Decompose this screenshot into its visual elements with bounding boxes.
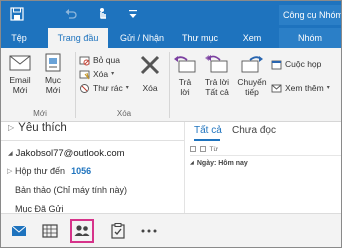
- flag-column-icon: [190, 146, 196, 152]
- more-respond-button[interactable]: Xem thêm ▾: [271, 82, 330, 94]
- tasks-icon: [111, 223, 125, 239]
- new-email-button[interactable]: Email Mới: [5, 53, 35, 95]
- group-tools-badge: Công cụ Nhóm: [279, 5, 341, 25]
- group-label-new: Mới: [33, 109, 47, 118]
- group-label-delete: Xóa: [116, 109, 132, 118]
- ribbon: Email Mới Mục Mới Mới Bỏ qua Xóa ▾ Thư r…: [1, 48, 341, 122]
- divider: [1, 140, 184, 141]
- junk-icon: [80, 83, 89, 93]
- people-icon: [74, 225, 90, 236]
- chevron-down-icon: ◢: [190, 160, 194, 166]
- ignore-icon: [79, 56, 90, 65]
- filter-underline: [194, 139, 220, 141]
- cleanup-icon: [79, 70, 90, 79]
- filter-unread[interactable]: Chưa đọc: [232, 125, 276, 136]
- people-nav-button[interactable]: [70, 219, 94, 243]
- outlook-window: Công cụ Nhóm Tệp Trang đầu Gửi / Nhận Th…: [0, 0, 342, 248]
- tab-send-receive[interactable]: Gửi / Nhận: [111, 28, 173, 48]
- ribbon-tabs: Tệp Trang đầu Gửi / Nhận Thư mục Xem Nhó…: [1, 28, 341, 48]
- tab-folder[interactable]: Thư mục: [177, 28, 223, 48]
- meeting-button[interactable]: Cuộc họp: [271, 58, 321, 70]
- junk-button[interactable]: Thư rác ▾: [79, 82, 129, 94]
- folder-inbox[interactable]: ▷ Hộp thư đến 1056: [7, 166, 92, 176]
- new-items-icon: [45, 53, 61, 72]
- more-nav-button[interactable]: [137, 219, 161, 243]
- bottom-navigation: [1, 213, 341, 247]
- group-divider: [75, 52, 76, 118]
- mail-nav-button[interactable]: [7, 219, 31, 243]
- attachment-column-icon: [199, 146, 206, 152]
- delete-button[interactable]: Xóa: [135, 53, 165, 93]
- reply-all-icon: [205, 55, 228, 73]
- touch-mode-icon[interactable]: [96, 7, 110, 21]
- reply-button[interactable]: Trả lời: [171, 53, 199, 97]
- save-icon[interactable]: [10, 7, 24, 21]
- chevron-down-icon: ▾: [111, 71, 115, 77]
- more-icon: [141, 229, 157, 233]
- new-items-button[interactable]: Mục Mới: [37, 53, 69, 95]
- delete-icon: [140, 55, 160, 75]
- reply-all-button[interactable]: Trả lời Tất cả: [200, 53, 234, 97]
- tab-home[interactable]: Trang đầu: [48, 28, 108, 48]
- customize-qat-icon[interactable]: [129, 9, 137, 19]
- tasks-nav-button[interactable]: [106, 219, 130, 243]
- cleanup-button[interactable]: Xóa ▾: [79, 68, 114, 80]
- chevron-down-icon: ▾: [125, 85, 129, 91]
- folder-pane: ▷ Yêu thích ◢ Jakobsol77@outlook.com ▷ Hộp…: [1, 122, 185, 214]
- calendar-icon: [42, 224, 58, 238]
- unread-count: 1056: [71, 166, 92, 176]
- account-header[interactable]: ◢ Jakobsol77@outlook.com: [8, 148, 125, 159]
- message-list: Tất cả Chưa đọc Từ ◢ Ngày: Hôm nay: [186, 122, 341, 213]
- filter-all[interactable]: Tất cả: [194, 125, 222, 136]
- group-divider: [169, 52, 170, 118]
- date-group-header[interactable]: ◢ Ngày: Hôm nay: [190, 160, 248, 167]
- chevron-down-icon: ▾: [326, 85, 330, 91]
- new-email-icon: [9, 55, 31, 71]
- column-header: Từ: [190, 146, 341, 156]
- title-bar: Công cụ Nhóm: [1, 1, 341, 28]
- favorites-header[interactable]: ▷ Yêu thích: [8, 122, 67, 134]
- chevron-right-icon: ▷: [7, 168, 13, 175]
- tab-file[interactable]: Tệp: [1, 28, 37, 48]
- ignore-button[interactable]: Bỏ qua: [79, 54, 120, 66]
- chevron-right-icon: ▷: [8, 123, 15, 132]
- chevron-down-icon: ◢: [8, 151, 13, 157]
- column-from[interactable]: Từ: [210, 146, 218, 153]
- undo-icon[interactable]: [64, 7, 78, 21]
- tab-view[interactable]: Xem: [235, 28, 269, 48]
- forward-button[interactable]: Chuyển tiếp: [234, 53, 270, 97]
- folder-drafts[interactable]: Bản thảo (Chỉ máy tính này): [15, 185, 127, 195]
- meeting-icon: [271, 60, 282, 69]
- more-respond-icon: [271, 84, 282, 92]
- reply-icon: [174, 56, 196, 73]
- calendar-nav-button[interactable]: [38, 219, 62, 243]
- mail-icon: [11, 225, 27, 236]
- tab-group[interactable]: Nhóm: [279, 28, 341, 48]
- forward-icon: [241, 56, 263, 73]
